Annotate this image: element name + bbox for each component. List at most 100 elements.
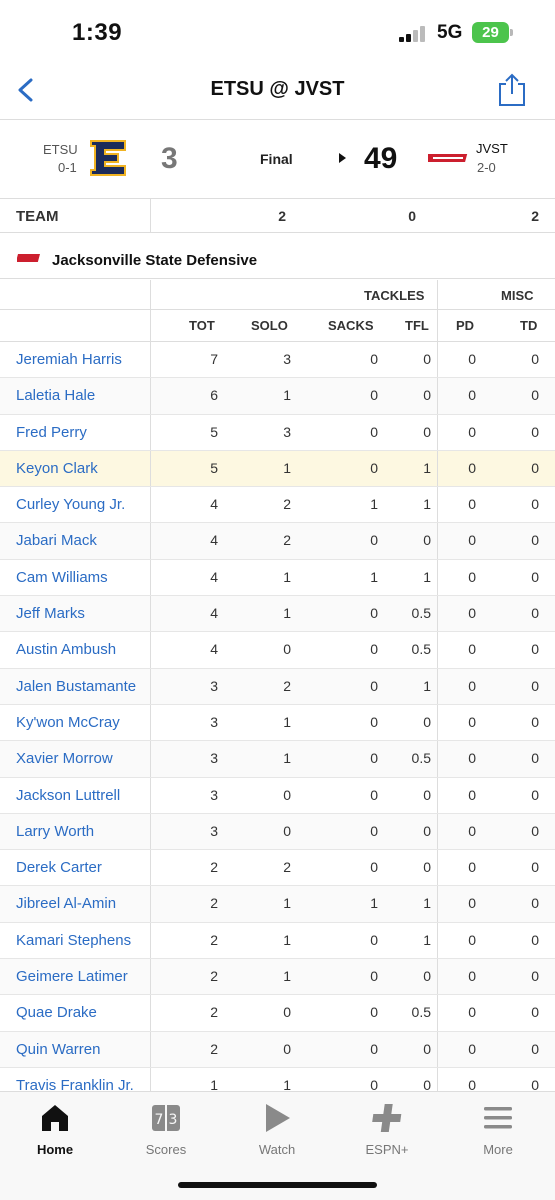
table-row[interactable]: Jackson Luttrell 3 0 0 0 0 0	[0, 777, 555, 814]
stat-cell-td: 0	[531, 859, 539, 876]
stat-cell-td: 0	[531, 568, 539, 585]
score-header[interactable]: ETSU 0-1 3 Final 49 JVST 2-0	[0, 119, 555, 199]
player-name-link[interactable]: Keyon Clark	[16, 460, 98, 477]
player-name-link[interactable]: Jabari Mack	[16, 532, 97, 549]
column-header: TD	[520, 318, 538, 333]
player-name-link[interactable]: Jeff Marks	[16, 605, 85, 622]
stat-cell-tfl: 0.5	[411, 605, 431, 622]
tab-espn-plus[interactable]: ESPN+	[342, 1102, 432, 1157]
column-header: SACKS	[328, 318, 374, 333]
table-row[interactable]: Fred Perry 5 3 0 0 0 0	[0, 414, 555, 451]
column-divider	[150, 378, 151, 414]
stat-cell-td: 0	[531, 496, 539, 513]
player-name-link[interactable]: Jalen Bustamante	[16, 678, 136, 695]
stat-cell-pd: 0	[468, 859, 476, 876]
column-divider	[150, 1031, 151, 1067]
player-name-link[interactable]: Kamari Stephens	[16, 932, 131, 949]
group-label-misc: MISC	[501, 288, 534, 303]
column-divider	[150, 596, 151, 632]
stat-cell-tot: 4	[210, 568, 218, 585]
stat-cell-tfl: 0.5	[411, 1004, 431, 1021]
player-name-link[interactable]: Jibreel Al-Amin	[16, 895, 116, 912]
stat-cell-pd: 0	[468, 532, 476, 549]
table-row[interactable]: Kamari Stephens 2 1 0 1 0 0	[0, 922, 555, 960]
player-name-link[interactable]: Xavier Morrow	[16, 750, 113, 767]
play-icon	[266, 1104, 290, 1132]
tab-scores[interactable]: 7 3 Scores	[121, 1102, 211, 1157]
stat-cell-sacks: 1	[370, 496, 378, 513]
table-row[interactable]: Derek Carter 2 2 0 0 0 0	[0, 850, 555, 887]
nav-bar: ETSU @ JVST	[0, 66, 555, 116]
table-row[interactable]: Curley Young Jr. 4 2 1 1 0 0	[0, 487, 555, 524]
player-name-link[interactable]: Cam Williams	[16, 569, 108, 586]
player-name-link[interactable]: Geimere Latimer	[16, 968, 128, 985]
share-icon[interactable]	[497, 72, 527, 108]
stat-cell-sacks: 1	[370, 568, 378, 585]
player-name-link[interactable]: Derek Carter	[16, 859, 102, 876]
stat-cell-pd: 0	[468, 496, 476, 513]
table-row[interactable]: Austin Ambush 4 0 0 0.5 0 0	[0, 632, 555, 669]
player-name-link[interactable]: Larry Worth	[16, 823, 94, 840]
player-name-link[interactable]: Curley Young Jr.	[16, 496, 125, 513]
stat-cell-td: 0	[531, 532, 539, 549]
column-divider	[150, 741, 151, 777]
player-name-link[interactable]: Ky'won McCray	[16, 714, 120, 731]
player-name-link[interactable]: Jackson Luttrell	[16, 787, 120, 804]
stat-cell-solo: 1	[283, 750, 291, 767]
column-header-row: TOT SOLO SACKS TFL PD TD	[0, 310, 555, 342]
stat-cell-tfl: 1	[423, 496, 431, 513]
home-team-record: 2-0	[477, 160, 496, 175]
stat-cell-tot: 2	[210, 968, 218, 985]
stat-cell-solo: 0	[283, 641, 291, 658]
table-row[interactable]: Larry Worth 3 0 0 0 0 0	[0, 813, 555, 851]
table-row[interactable]: Jalen Bustamante 3 2 0 1 0 0	[0, 668, 555, 705]
table-row[interactable]: Quae Drake 2 0 0 0.5 0 0	[0, 995, 555, 1032]
stat-cell-pd: 0	[468, 568, 476, 585]
column-divider	[150, 450, 151, 487]
tab-home[interactable]: Home	[10, 1102, 100, 1157]
player-name-link[interactable]: Fred Perry	[16, 424, 87, 441]
table-row[interactable]: Jeremiah Harris 7 3 0 0 0 0	[0, 342, 555, 379]
stat-cell-solo: 2	[283, 859, 291, 876]
stat-cell-tfl: 1	[423, 568, 431, 585]
table-row[interactable]: Jibreel Al-Amin 2 1 1 1 0 0	[0, 886, 555, 923]
etsu-logo-icon	[90, 140, 126, 176]
stat-cell-sacks: 0	[370, 387, 378, 404]
stat-cell-tot: 6	[210, 387, 218, 404]
table-row[interactable]: Cam Williams 4 1 1 1 0 0	[0, 559, 555, 597]
stat-cell-tfl: 1	[423, 459, 431, 476]
stat-cell-solo: 2	[283, 677, 291, 694]
tab-watch[interactable]: Watch	[232, 1102, 322, 1157]
stat-cell-td: 0	[531, 387, 539, 404]
stat-cell-tot: 2	[210, 931, 218, 948]
stat-cell-tot: 2	[210, 1004, 218, 1021]
table-row[interactable]: Jeff Marks 4 1 0 0.5 0 0	[0, 596, 555, 633]
table-row[interactable]: Jabari Mack 4 2 0 0 0 0	[0, 523, 555, 560]
table-row[interactable]: Quin Warren 2 0 0 0 0 0	[0, 1031, 555, 1068]
stat-cell-pd: 0	[468, 895, 476, 912]
stat-cell-td: 0	[531, 750, 539, 767]
player-name-link[interactable]: Jeremiah Harris	[16, 351, 122, 368]
tab-label: Scores	[145, 1142, 187, 1157]
stat-cell-solo: 1	[283, 713, 291, 730]
player-name-link[interactable]: Laletia Hale	[16, 387, 95, 404]
table-row[interactable]: Geimere Latimer 2 1 0 0 0 0	[0, 959, 555, 996]
stat-cell-sacks: 0	[370, 750, 378, 767]
player-name-link[interactable]: Quae Drake	[16, 1004, 97, 1021]
column-header: SOLO	[251, 318, 288, 333]
home-indicator[interactable]	[178, 1182, 377, 1188]
status-bar: 1:39 5G 29	[0, 0, 555, 66]
team-label: TEAM	[16, 208, 59, 225]
battery-level: 29	[482, 24, 499, 41]
table-row[interactable]: Keyon Clark 5 1 0 1 0 0	[0, 450, 555, 488]
defensive-stats-table: TACKLES MISC TOT SOLO SACKS TFL PD TD Je…	[0, 280, 555, 1105]
player-name-link[interactable]: Quin Warren	[16, 1041, 100, 1058]
table-row[interactable]: Laletia Hale 6 1 0 0 0 0	[0, 378, 555, 415]
table-row[interactable]: Ky'won McCray 3 1 0 0 0 0	[0, 704, 555, 742]
stat-cell-pd: 0	[468, 641, 476, 658]
home-team-abbr: JVST	[476, 141, 508, 156]
table-row[interactable]: Xavier Morrow 3 1 0 0.5 0 0	[0, 741, 555, 778]
tab-more[interactable]: More	[453, 1102, 543, 1157]
player-name-link[interactable]: Austin Ambush	[16, 641, 116, 658]
stat-cell-solo: 2	[283, 532, 291, 549]
